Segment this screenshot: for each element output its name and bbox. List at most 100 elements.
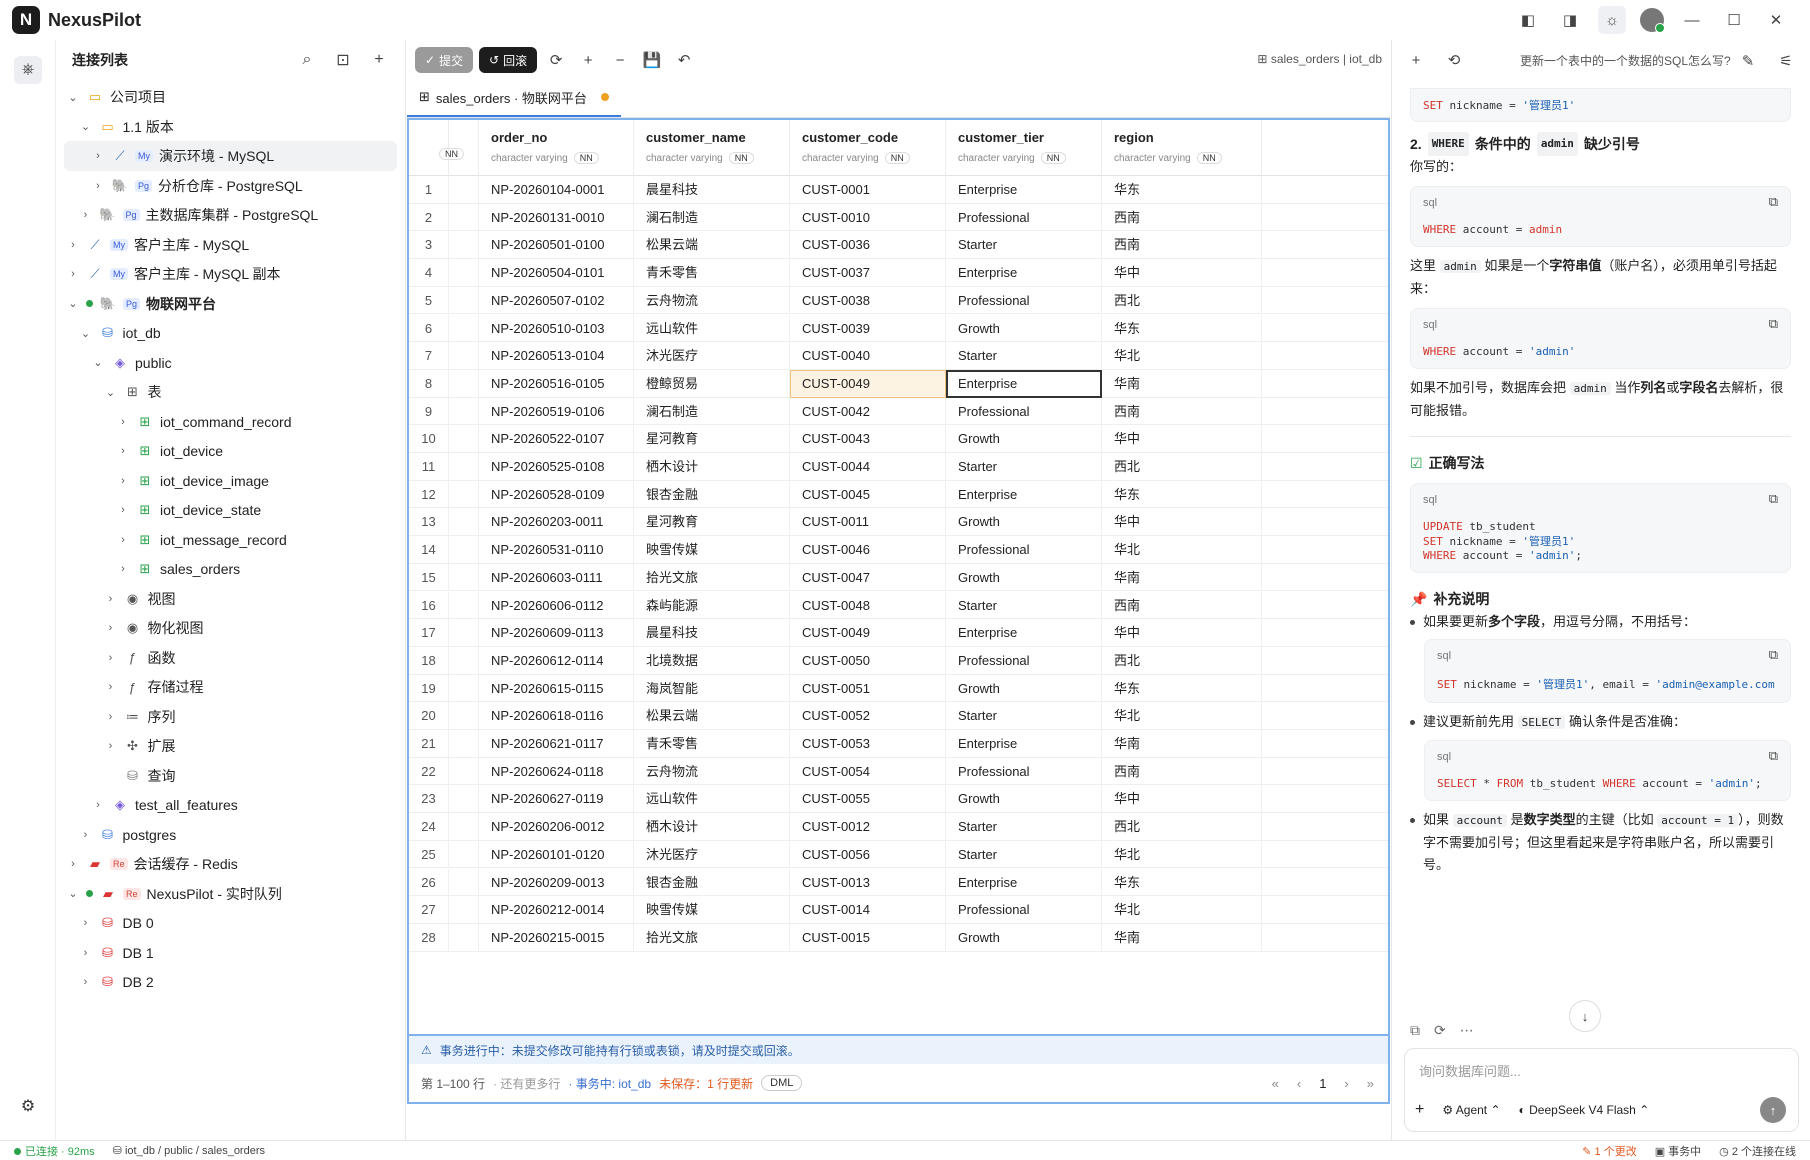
table-row[interactable]: 19 NP-20260615-0115 海岚智能 CUST-0051 Growth 华东 — [409, 674, 1388, 703]
edit-icon[interactable]: ✎ — [1734, 47, 1762, 75]
table-cell[interactable]: 西南 — [1102, 203, 1262, 232]
tree-node[interactable]: ⌄ ▰ Re NexusPilot - 实时队列 — [64, 879, 397, 909]
table-cell[interactable]: CUST-0043 — [790, 425, 946, 453]
tree-node[interactable]: ⌄ 🐘 Pg 物联网平台 — [64, 289, 397, 319]
row-number[interactable]: 28 — [409, 923, 449, 952]
table-row[interactable]: 21 NP-20260621-0117 青禾零售 CUST-0053 Enterpris… — [409, 730, 1388, 758]
table-cell[interactable]: 华东 — [1102, 868, 1262, 897]
table-cell[interactable]: Professional — [946, 536, 1102, 564]
table-row[interactable]: 5 NP-20260507-0102 云舟物流 CUST-0038 Profession… — [409, 286, 1388, 315]
table-cell[interactable]: CUST-0051 — [790, 674, 946, 703]
table-cell[interactable]: NP-20260621-0117 — [479, 730, 634, 758]
chevron-right-icon[interactable]: › — [104, 681, 118, 693]
table-cell[interactable]: NP-20260516-0105 — [479, 369, 634, 398]
row-number[interactable]: 13 — [409, 508, 449, 537]
row-number[interactable]: 24 — [409, 813, 449, 841]
table-cell[interactable]: 华北 — [1102, 342, 1262, 370]
table-cell[interactable]: 华南 — [1102, 923, 1262, 952]
chevron-right-icon[interactable]: › — [104, 652, 118, 664]
tab-sales-orders[interactable]: ⊞ sales_orders · 物联网平台 — [407, 79, 621, 117]
table-cell[interactable]: 星河教育 — [634, 508, 790, 537]
table-cell[interactable]: NP-20260606-0112 — [479, 591, 634, 620]
table-cell[interactable]: NP-20260624-0118 — [479, 757, 634, 786]
table-cell[interactable]: CUST-0039 — [790, 314, 946, 343]
table-cell[interactable]: 华中 — [1102, 425, 1262, 453]
last-page-icon[interactable]: » — [1367, 1076, 1374, 1091]
agent-selector[interactable]: ⚙ Agent ⌃ — [1442, 1103, 1500, 1117]
table-cell[interactable]: 华东 — [1102, 674, 1262, 703]
table-cell[interactable]: Enterprise — [946, 480, 1102, 509]
table-cell[interactable] — [449, 231, 479, 260]
table-cell[interactable] — [449, 730, 479, 758]
table-row[interactable]: 25 NP-20260101-0120 沐光医疗 CUST-0056 Starter 华北 — [409, 840, 1388, 869]
table-row[interactable]: 1 NP-20260104-0001 晨星科技 CUST-0001 Enterprise… — [409, 176, 1388, 204]
table-cell[interactable]: 海岚智能 — [634, 674, 790, 703]
table-cell[interactable]: 西南 — [1102, 757, 1262, 786]
table-row[interactable]: 17 NP-20260609-0113 晨星科技 CUST-0049 Enterpris… — [409, 619, 1388, 647]
table-cell[interactable]: NP-20260615-0115 — [479, 674, 634, 703]
table-cell[interactable]: 橙鲸贸易 — [634, 369, 790, 398]
table-row[interactable]: 13 NP-20260203-0011 星河教育 CUST-0011 Growth 华中 — [409, 508, 1388, 537]
table-cell[interactable]: Enterprise — [946, 619, 1102, 647]
chevron-right-icon[interactable]: › — [79, 947, 93, 959]
table-cell[interactable]: NP-20260627-0119 — [479, 785, 634, 814]
table-row[interactable]: 15 NP-20260603-0111 拾光文旅 CUST-0047 Growth 华南 — [409, 563, 1388, 592]
copy-icon[interactable]: ⧉ — [1769, 492, 1778, 507]
table-cell[interactable]: 北境数据 — [634, 646, 790, 675]
table-cell[interactable]: Starter — [946, 342, 1102, 370]
chevron-right-icon[interactable]: › — [116, 563, 130, 575]
chevron-right-icon[interactable]: › — [91, 150, 105, 162]
table-row[interactable]: 22 NP-20260624-0118 云舟物流 CUST-0054 Professio… — [409, 757, 1388, 786]
commit-button[interactable]: ✓ 提交 — [415, 47, 474, 73]
dml-badge[interactable]: DML — [761, 1075, 803, 1091]
table-cell[interactable] — [449, 813, 479, 841]
table-cell[interactable]: NP-20260209-0013 — [479, 868, 634, 897]
tree-node[interactable]: ⌄ ▭ 公司项目 — [64, 82, 397, 112]
table-cell[interactable]: NP-20260203-0011 — [479, 508, 634, 537]
table-row[interactable]: 4 NP-20260504-0101 青禾零售 CUST-0037 Enterprise… — [409, 259, 1388, 287]
changes-indicator[interactable]: ✎ 1 个更改 — [1582, 1143, 1636, 1159]
row-number[interactable]: 16 — [409, 591, 449, 620]
table-cell[interactable] — [449, 176, 479, 204]
chevron-right-icon[interactable]: › — [66, 268, 80, 280]
table-cell[interactable]: NP-20260618-0116 — [479, 702, 634, 730]
attach-icon[interactable]: + — [1415, 1101, 1424, 1119]
tree-node[interactable]: › ⊞ iot_device — [64, 436, 397, 466]
chevron-right-icon[interactable]: › — [116, 475, 130, 487]
table-cell[interactable]: CUST-0053 — [790, 730, 946, 758]
table-cell[interactable]: NP-20260603-0111 — [479, 563, 634, 592]
table-cell[interactable] — [449, 536, 479, 564]
table-cell[interactable]: 森屿能源 — [634, 591, 790, 620]
table-cell[interactable]: NP-20260525-0108 — [479, 453, 634, 481]
row-number[interactable]: 9 — [409, 397, 449, 426]
row-number[interactable]: 7 — [409, 342, 449, 370]
table-cell[interactable]: 西南 — [1102, 231, 1262, 260]
tree-node[interactable]: › ⊞ iot_message_record — [64, 525, 397, 555]
row-number[interactable]: 23 — [409, 785, 449, 814]
table-cell[interactable]: 银杏金融 — [634, 868, 790, 897]
table-row[interactable]: 3 NP-20260501-0100 松果云端 CUST-0036 Starter 西南 — [409, 231, 1388, 260]
table-cell[interactable]: CUST-0010 — [790, 203, 946, 232]
table-row[interactable]: 16 NP-20260606-0112 森屿能源 CUST-0048 Starter 西南 — [409, 591, 1388, 620]
table-cell[interactable]: NP-20260501-0100 — [479, 231, 634, 260]
table-cell[interactable]: CUST-0044 — [790, 453, 946, 481]
table-cell[interactable]: 华北 — [1102, 536, 1262, 564]
panel-toggle-icon[interactable]: ◨ — [1556, 6, 1584, 34]
table-cell[interactable]: NP-20260510-0103 — [479, 314, 634, 343]
table-cell[interactable] — [449, 868, 479, 897]
table-cell[interactable]: NP-20260528-0109 — [479, 480, 634, 509]
table-cell[interactable]: CUST-0014 — [790, 896, 946, 924]
table-row[interactable]: 7 NP-20260513-0104 沐光医疗 CUST-0040 Starter 华北 — [409, 342, 1388, 370]
table-cell[interactable]: Enterprise — [946, 868, 1102, 897]
next-page-icon[interactable]: › — [1344, 1076, 1348, 1091]
chevron-right-icon[interactable]: › — [116, 504, 130, 516]
table-cell[interactable]: NP-20260101-0120 — [479, 840, 634, 869]
row-number[interactable]: 15 — [409, 563, 449, 592]
chevron-down-icon[interactable]: ⌄ — [79, 327, 93, 340]
copy-icon[interactable]: ⧉ — [1769, 749, 1778, 764]
tree-node[interactable]: › ⛁ DB 1 — [64, 938, 397, 968]
table-cell[interactable]: 华南 — [1102, 730, 1262, 758]
chevron-right-icon[interactable]: › — [79, 209, 93, 221]
row-number[interactable]: 27 — [409, 896, 449, 924]
tree-node[interactable]: › ⟋ My 客户主库 - MySQL 副本 — [64, 259, 397, 289]
